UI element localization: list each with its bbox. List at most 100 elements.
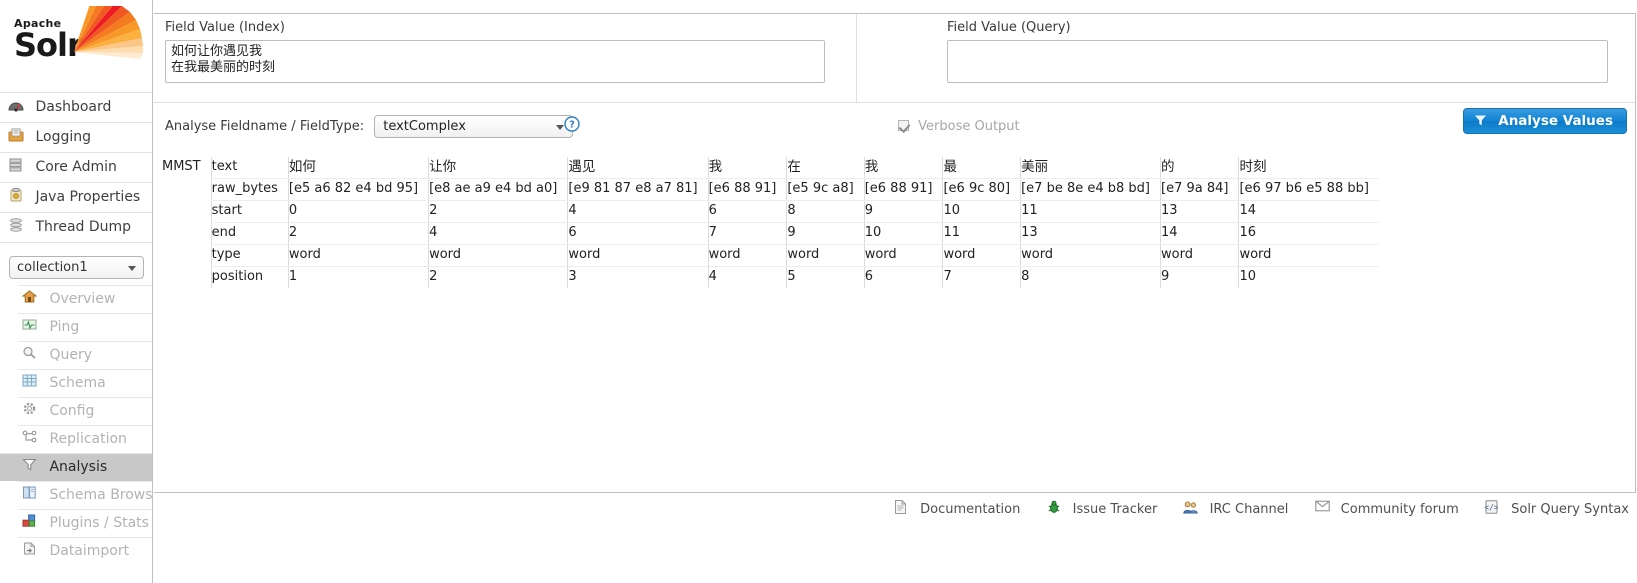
verbose-output-label: Verbose Output xyxy=(918,119,1020,134)
analysis-table: MMST text 如何 让你 遇见我在我最美丽的时刻 raw_bytes [e5 a6 8… xyxy=(162,157,1379,288)
collection-selected-label: collection1 xyxy=(17,260,88,275)
analyse-fieldname-label: Analyse Fieldname / FieldType: xyxy=(165,119,365,134)
sidebar-item-label: Dashboard xyxy=(35,99,112,115)
token-cell-raw_bytes-6: [e6 88 91] xyxy=(863,178,943,201)
analyse-values-button[interactable]: Analyse Values xyxy=(1462,108,1627,135)
sidebar-item-thread-dump[interactable]: Thread Dump xyxy=(0,212,152,243)
sidebar-item-label: Thread Dump xyxy=(35,219,132,235)
token-cell-start-9: 13 xyxy=(1159,200,1239,223)
footer: Documentation Issue Tracker IRC Channel … xyxy=(153,495,1637,525)
analysis-result-area: MMST text 如何 让你 遇见我在我最美丽的时刻 raw_bytes [e5 a6 8… xyxy=(154,150,1635,492)
footer-link-label: Community forum xyxy=(1340,502,1459,517)
token-cell-raw_bytes-4: [e6 88 91] xyxy=(707,178,787,201)
sidebar-item-label: Schema Browser xyxy=(49,487,167,503)
sidebar-item-dataimport[interactable]: Dataimport xyxy=(18,537,152,565)
verbose-checkbox[interactable] xyxy=(898,120,909,131)
token-cell-end-10: 16 xyxy=(1238,222,1379,245)
field-value-query-input[interactable] xyxy=(947,40,1608,83)
core-nav: Overview Ping Query Schema Config Replic… xyxy=(0,285,167,565)
book-icon xyxy=(22,486,40,502)
analysis-row-label: position xyxy=(210,266,289,288)
dataimport-icon xyxy=(22,542,40,558)
sidebar-item-label: Overview xyxy=(49,291,116,307)
token-cell-type-7: word xyxy=(942,244,1021,267)
sidebar-item-label: Replication xyxy=(49,431,127,447)
footer-link-label: Issue Tracker xyxy=(1072,502,1158,517)
footer-link-documentation[interactable]: Documentation xyxy=(894,500,1020,519)
token-cell-text-2: 让你 xyxy=(428,157,568,179)
solr-sunburst-icon xyxy=(72,0,144,72)
analysis-row-label: type xyxy=(210,244,289,267)
token-cell-position-5: 5 xyxy=(786,266,865,288)
sidebar-item-replication[interactable]: Replication xyxy=(18,425,152,453)
ping-icon xyxy=(22,318,40,334)
logging-icon xyxy=(8,128,26,144)
analysis-row-text: MMST text 如何 让你 遇见我在我最美丽的时刻 xyxy=(162,157,1379,179)
sidebar-item-query[interactable]: Query xyxy=(18,341,152,369)
token-cell-end-7: 11 xyxy=(942,222,1021,245)
svg-text:</>: </> xyxy=(1485,503,1498,512)
collection-selector[interactable]: collection1 xyxy=(9,256,144,279)
svg-text:?: ? xyxy=(569,120,575,131)
token-cell-end-5: 9 xyxy=(786,222,865,245)
verbose-output-toggle[interactable]: Verbose Output xyxy=(898,119,1020,135)
token-cell-raw_bytes-5: [e5 9c a8] xyxy=(786,178,865,201)
token-cell-end-4: 7 xyxy=(707,222,787,245)
core-admin-icon xyxy=(8,158,26,174)
token-cell-position-6: 6 xyxy=(863,266,943,288)
footer-link-irc-channel[interactable]: IRC Channel xyxy=(1183,500,1288,519)
document-icon xyxy=(894,500,912,516)
token-cell-raw_bytes-2: [e8 ae a9 e4 bd a0] xyxy=(428,178,568,201)
token-cell-position-10: 10 xyxy=(1238,266,1379,288)
funnel-icon xyxy=(1474,111,1487,135)
bug-icon xyxy=(1047,500,1065,516)
sidebar-item-ping[interactable]: Ping xyxy=(18,313,152,341)
token-cell-type-3: word xyxy=(567,244,709,267)
field-value-index-label: Field Value (Index) xyxy=(165,20,285,35)
field-value-query-label: Field Value (Query) xyxy=(947,20,1071,35)
dashboard-icon xyxy=(8,98,26,114)
token-cell-position-8: 8 xyxy=(1020,266,1161,288)
footer-link-label: IRC Channel xyxy=(1209,502,1289,517)
index-column: Field Value (Index) xyxy=(154,14,857,102)
token-cell-type-8: word xyxy=(1020,244,1161,267)
footer-link-issue-tracker[interactable]: Issue Tracker xyxy=(1047,500,1158,519)
help-circle-icon[interactable]: ? xyxy=(564,116,580,132)
sidebar-item-logging[interactable]: Logging xyxy=(0,122,152,152)
token-cell-raw_bytes-8: [e7 be 8e e4 b8 bd] xyxy=(1020,178,1161,201)
sidebar-item-overview[interactable]: Overview xyxy=(18,285,152,313)
sidebar-item-label: Ping xyxy=(49,319,80,335)
token-cell-start-5: 8 xyxy=(786,200,865,223)
token-cell-type-9: word xyxy=(1159,244,1239,267)
replication-icon xyxy=(22,430,40,446)
sidebar-item-schema[interactable]: Schema xyxy=(18,369,152,397)
sidebar-item-label: Dataimport xyxy=(49,543,130,559)
token-cell-end-6: 10 xyxy=(863,222,943,245)
field-value-index-input[interactable] xyxy=(165,40,825,83)
footer-link-solr-query-syntax[interactable]: </> Solr Query Syntax xyxy=(1485,500,1629,519)
solr-logo[interactable]: Apache Solr xyxy=(0,0,152,92)
sidebar: Apache Solr Dashboard Logging Core Admin… xyxy=(0,0,167,583)
analysis-row-raw_bytes: raw_bytes [e5 a6 82 e4 bd 95] [e8 ae a9 e4… xyxy=(162,178,1379,201)
sidebar-item-analysis[interactable]: Analysis xyxy=(0,453,152,481)
sidebar-item-schema-browser[interactable]: Schema Browser xyxy=(18,481,167,509)
token-cell-start-6: 9 xyxy=(863,200,943,223)
token-cell-text-4: 我 xyxy=(707,157,787,179)
sidebar-item-config[interactable]: Config xyxy=(18,397,152,425)
token-cell-start-10: 14 xyxy=(1238,200,1379,223)
sidebar-item-label: Config xyxy=(49,403,95,419)
token-cell-text-7: 最 xyxy=(942,157,1021,179)
global-nav: Dashboard Logging Core Admin Java Proper… xyxy=(0,92,152,243)
token-cell-start-3: 4 xyxy=(567,200,709,223)
sidebar-item-core-admin[interactable]: Core Admin xyxy=(0,152,152,182)
token-cell-position-2: 2 xyxy=(428,266,568,288)
sidebar-item-plugins-stats[interactable]: Plugins / Stats xyxy=(18,509,152,537)
fieldtype-select[interactable]: textComplex xyxy=(374,115,574,138)
home-icon xyxy=(22,290,40,306)
sidebar-item-dashboard[interactable]: Dashboard xyxy=(0,92,152,122)
sidebar-item-java-properties[interactable]: Java Properties xyxy=(0,182,152,212)
footer-link-community-forum[interactable]: Community forum xyxy=(1314,500,1459,519)
token-cell-text-8: 美丽 xyxy=(1020,157,1161,179)
token-cell-end-3: 6 xyxy=(567,222,709,245)
token-cell-raw_bytes-7: [e6 9c 80] xyxy=(942,178,1021,201)
